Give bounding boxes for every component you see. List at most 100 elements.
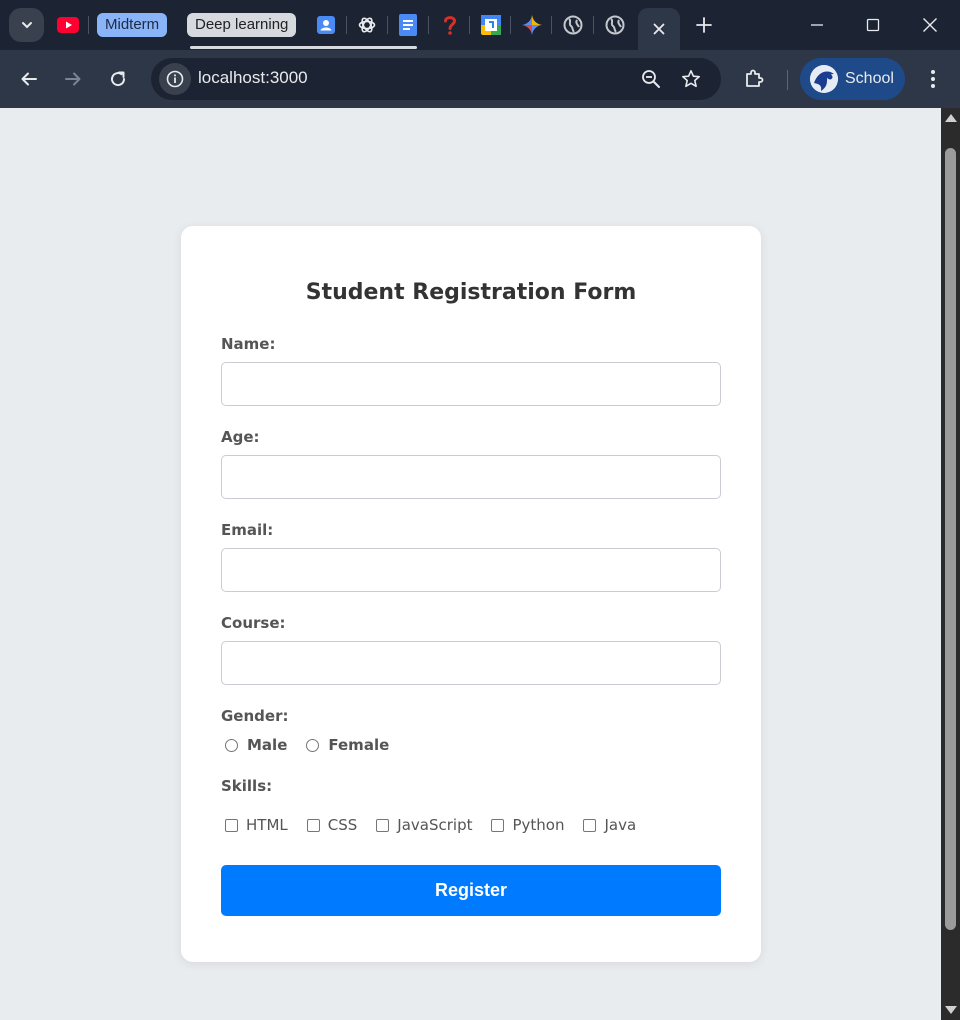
skill-option-python[interactable]: Python xyxy=(491,816,564,834)
male-radio-label[interactable]: Male xyxy=(247,736,287,754)
gender-option-female[interactable]: Female xyxy=(306,736,389,754)
registration-form-card: Student Registration Form Name: Age: Ema… xyxy=(181,226,761,962)
tab-separator xyxy=(510,16,511,34)
tab-youtube[interactable] xyxy=(57,14,79,36)
html-checkbox-label[interactable]: HTML xyxy=(246,816,288,834)
toolbar-separator xyxy=(787,70,788,90)
skills-label: Skills: xyxy=(221,777,273,795)
reload-icon xyxy=(111,71,126,87)
tab-unknown[interactable] xyxy=(439,14,461,36)
email-input[interactable] xyxy=(221,548,721,592)
gender-option-male[interactable]: Male xyxy=(225,736,287,754)
globe-icon xyxy=(563,15,583,35)
skill-option-java[interactable]: Java xyxy=(583,816,636,834)
close-tab-icon[interactable] xyxy=(652,22,666,36)
tab-separator xyxy=(551,16,552,34)
address-text[interactable]: localhost:3000 xyxy=(198,68,308,88)
zoom-out-icon xyxy=(642,70,660,88)
forward-button[interactable] xyxy=(60,66,86,92)
tab-separator xyxy=(346,16,347,34)
tab-strip: Midterm Deep learning xyxy=(0,0,960,50)
globe-icon xyxy=(605,15,625,35)
tab-separator xyxy=(469,16,470,34)
tab-group-midterm[interactable]: Midterm xyxy=(97,13,168,37)
extensions-button[interactable] xyxy=(741,66,767,92)
chevron-down-icon xyxy=(21,22,32,29)
tab-search-button[interactable] xyxy=(9,8,44,42)
tab-chatgpt[interactable] xyxy=(356,14,378,36)
page-scrollbar[interactable] xyxy=(941,108,960,1020)
openai-icon xyxy=(358,17,376,33)
site-info-button[interactable] xyxy=(159,63,191,95)
python-checkbox-label[interactable]: Python xyxy=(512,816,564,834)
female-radio-label[interactable]: Female xyxy=(328,736,389,754)
calendar-icon xyxy=(481,15,501,35)
skill-option-html[interactable]: HTML xyxy=(225,816,288,834)
info-icon xyxy=(166,70,184,88)
java-checkbox-label[interactable]: Java xyxy=(604,816,636,834)
maximize-button[interactable] xyxy=(861,13,885,37)
female-radio[interactable] xyxy=(306,738,320,752)
address-bar[interactable]: localhost:3000 xyxy=(151,58,721,100)
profile-button[interactable]: School xyxy=(800,58,905,100)
scroll-up-arrow-icon[interactable] xyxy=(945,114,957,122)
skill-option-css[interactable]: CSS xyxy=(306,816,358,834)
tab-docs[interactable] xyxy=(397,14,419,36)
close-window-button[interactable] xyxy=(918,13,942,37)
css-checkbox[interactable] xyxy=(306,818,320,832)
gender-options: Male Female xyxy=(225,736,408,754)
zoom-button[interactable] xyxy=(640,68,662,90)
minimize-icon xyxy=(811,24,823,26)
tab-contacts[interactable] xyxy=(315,14,337,36)
new-tab-button[interactable] xyxy=(693,14,715,36)
javascript-checkbox[interactable] xyxy=(376,818,390,832)
tab-gemini[interactable] xyxy=(521,14,543,36)
minimize-button[interactable] xyxy=(805,13,829,37)
scroll-down-arrow-icon[interactable] xyxy=(945,1006,957,1014)
gemini-sparkle-icon xyxy=(522,15,542,35)
active-tab[interactable] xyxy=(638,8,680,50)
arrow-left-icon xyxy=(21,72,37,86)
python-checkbox[interactable] xyxy=(491,818,505,832)
skill-option-javascript[interactable]: JavaScript xyxy=(376,816,472,834)
css-checkbox-label[interactable]: CSS xyxy=(328,816,358,834)
plus-icon xyxy=(696,17,712,33)
question-mark-icon xyxy=(444,16,457,35)
tab-globe-2[interactable] xyxy=(604,14,626,36)
browser-toolbar: localhost:3000 School xyxy=(0,50,960,108)
register-button[interactable]: Register xyxy=(221,865,721,916)
maximize-icon xyxy=(866,18,880,32)
age-label: Age: xyxy=(221,428,260,446)
javascript-checkbox-label[interactable]: JavaScript xyxy=(397,816,472,834)
tab-separator xyxy=(428,16,429,34)
html-checkbox[interactable] xyxy=(225,818,238,832)
course-label: Course: xyxy=(221,614,286,632)
reload-button[interactable] xyxy=(105,66,131,92)
tab-separator xyxy=(387,16,388,34)
contact-card-icon xyxy=(317,16,335,34)
bookmark-button[interactable] xyxy=(680,68,702,90)
profile-avatar-icon xyxy=(810,65,838,93)
browser-menu-button[interactable] xyxy=(921,66,945,92)
name-label: Name: xyxy=(221,335,276,353)
tab-group-underline xyxy=(190,46,417,49)
tab-calendar[interactable] xyxy=(480,14,502,36)
java-checkbox[interactable] xyxy=(583,818,597,832)
course-input[interactable] xyxy=(221,641,721,685)
tab-globe-1[interactable] xyxy=(562,14,584,36)
profile-label: School xyxy=(845,70,894,87)
puzzle-icon xyxy=(746,69,764,87)
docs-icon xyxy=(399,14,417,36)
gender-label: Gender: xyxy=(221,707,289,725)
name-input[interactable] xyxy=(221,362,721,406)
tab-group-deep-learning[interactable]: Deep learning xyxy=(187,13,297,37)
tab-separator xyxy=(593,16,594,34)
more-vertical-icon xyxy=(931,70,935,88)
close-icon xyxy=(923,18,937,32)
male-radio[interactable] xyxy=(225,738,238,752)
skills-options: HTML CSS JavaScript Python Java xyxy=(225,816,655,834)
scrollbar-thumb[interactable] xyxy=(945,148,956,930)
age-input[interactable] xyxy=(221,455,721,499)
back-button[interactable] xyxy=(16,66,42,92)
arrow-right-icon xyxy=(65,72,81,86)
